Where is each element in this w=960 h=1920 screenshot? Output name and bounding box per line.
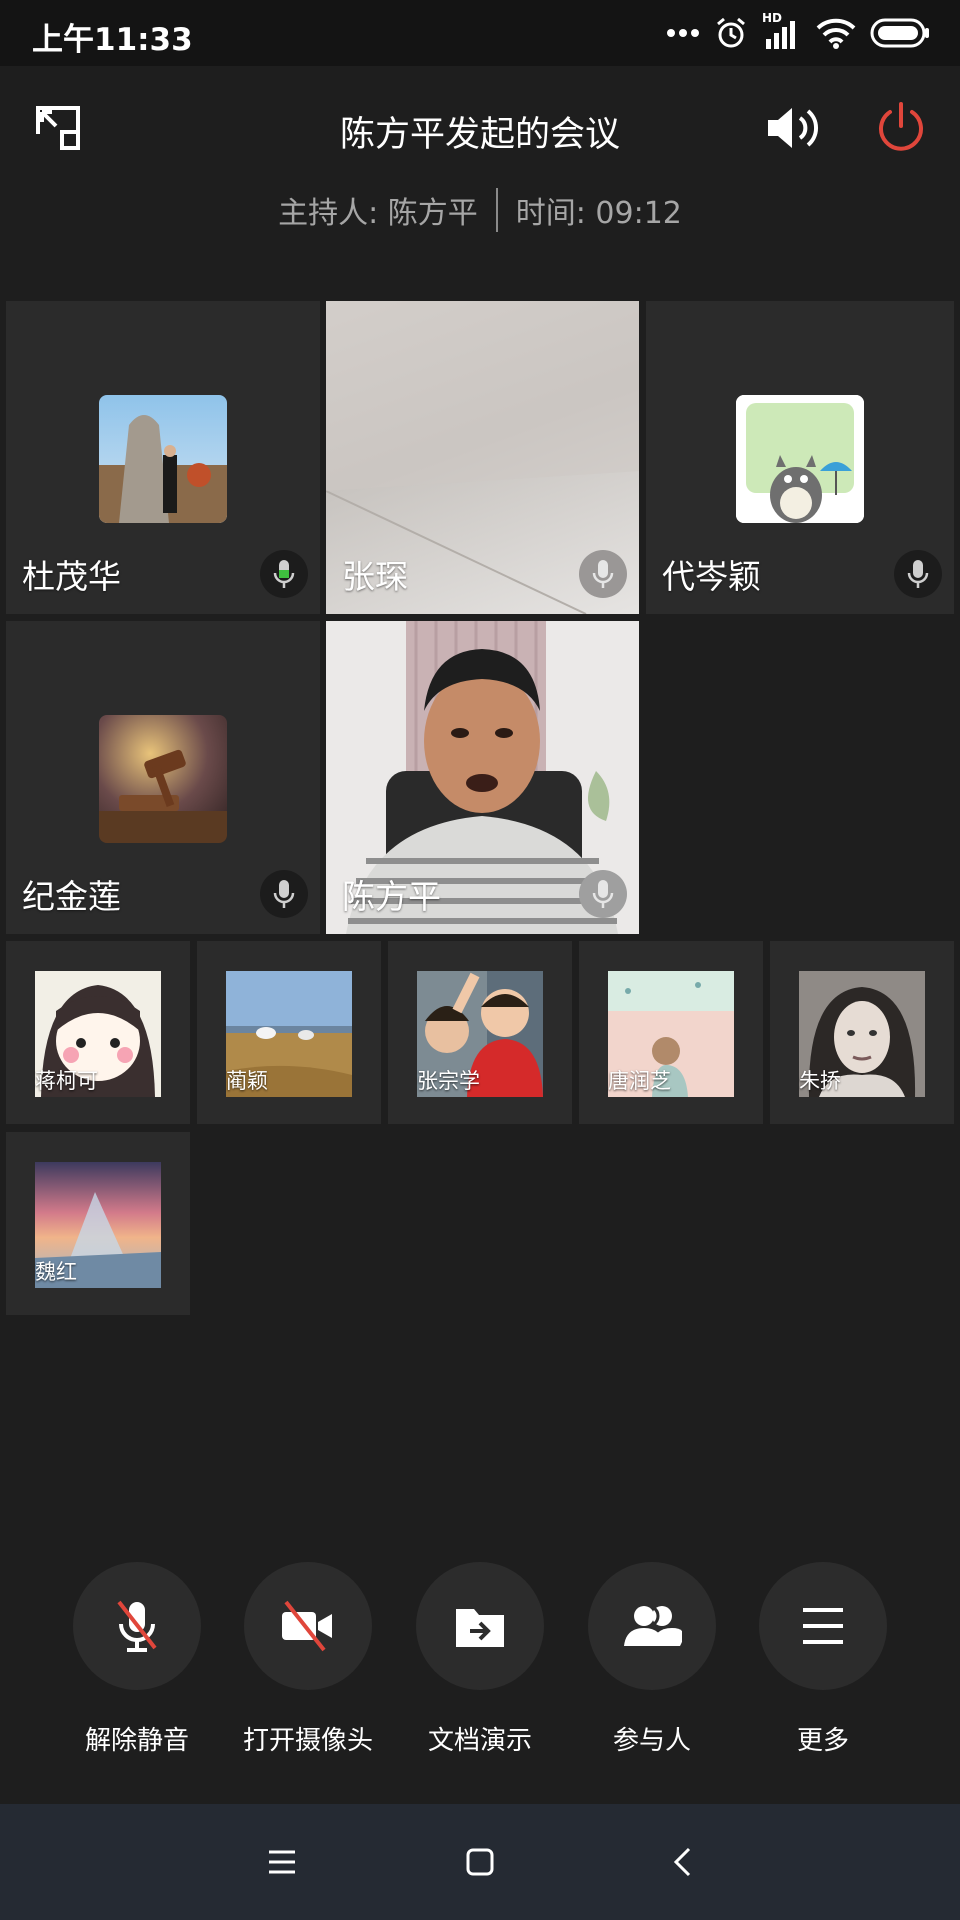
video-tile-chenfangping[interactable]: 陈方平 <box>326 621 639 934</box>
avatar <box>99 395 227 523</box>
wifi-icon <box>816 18 856 49</box>
unmute-label: 解除静音 <box>84 1726 189 1756</box>
participant-thumb[interactable]: 唐润芝 <box>579 941 763 1124</box>
participant-name: 杜茂华 <box>22 557 121 596</box>
speaker-button[interactable] <box>764 102 822 154</box>
participants-control[interactable]: 参与人 <box>588 1562 716 1756</box>
host-label: 主持人: 陈方平 <box>278 196 478 231</box>
participants-label: 参与人 <box>612 1726 691 1756</box>
participant-name: 张琛 <box>342 557 408 596</box>
mic-active-icon <box>273 560 295 588</box>
menu-icon <box>269 1850 295 1874</box>
participant-name: 朱挢 <box>799 1069 841 1093</box>
mic-status <box>894 550 942 598</box>
mic-status <box>260 870 308 918</box>
mic-icon <box>592 880 614 908</box>
avatar <box>736 395 864 523</box>
participants-icon <box>624 1606 682 1646</box>
home-icon <box>466 1848 494 1876</box>
leave-meeting-button[interactable] <box>876 100 926 154</box>
meta-divider <box>495 188 498 232</box>
mic-status <box>260 550 308 598</box>
more-control[interactable]: 更多 <box>759 1562 887 1756</box>
participant-thumb[interactable]: 魏红 <box>6 1132 190 1315</box>
mic-icon <box>273 880 295 908</box>
back-button[interactable] <box>654 1834 710 1890</box>
battery-icon <box>870 18 929 48</box>
participant-name: 代岑颖 <box>662 557 761 596</box>
share-document-icon <box>456 1609 504 1647</box>
unmute-control[interactable]: 解除静音 <box>73 1562 201 1756</box>
participant-name: 张宗学 <box>417 1069 480 1093</box>
meeting-header: 陈方平发起的会议 主持人: 陈方平 时间: 09:12 <box>0 66 960 286</box>
participants-button[interactable] <box>588 1562 716 1690</box>
power-icon <box>879 102 923 151</box>
share-document-label: 文档演示 <box>427 1726 532 1756</box>
status-bar: 上午11:33 HD <box>0 0 960 66</box>
more-button[interactable] <box>759 1562 887 1690</box>
share-document-control[interactable]: 文档演示 <box>416 1562 544 1756</box>
participant-thumb[interactable]: 朱挢 <box>770 941 954 1124</box>
home-button[interactable] <box>452 1834 508 1890</box>
signal-icon: HD <box>762 11 802 51</box>
mic-muted-icon <box>117 1600 157 1652</box>
video-tile-daicenying[interactable]: 代岑颖 <box>646 301 954 614</box>
mic-status <box>579 550 627 598</box>
participant-thumb[interactable]: 蔺颖 <box>197 941 381 1124</box>
participant-name: 魏红 <box>35 1260 77 1284</box>
elapsed-time-label: 时间: 09:12 <box>515 196 682 231</box>
meeting-meta: 主持人: 陈方平 时间: 09:12 <box>0 188 960 232</box>
video-tile-zhangchen[interactable]: 张琛 <box>326 301 639 614</box>
unmute-button[interactable] <box>73 1562 201 1690</box>
participant-name: 蒋柯可 <box>35 1069 98 1093</box>
video-tile-dumaohua[interactable]: 杜茂华 <box>6 301 320 614</box>
system-nav-bar <box>0 1804 960 1920</box>
camera-control[interactable]: 打开摄像头 <box>243 1562 373 1756</box>
mic-status <box>579 870 627 918</box>
participant-name: 纪金莲 <box>22 877 121 916</box>
status-icons: HD <box>666 10 930 56</box>
participant-name: 唐润芝 <box>608 1069 671 1093</box>
more-dots-icon <box>667 29 699 37</box>
participant-thumb[interactable]: 蒋柯可 <box>6 941 190 1124</box>
menu-icon <box>803 1608 843 1644</box>
alarm-icon <box>717 17 745 48</box>
back-icon <box>673 1847 691 1877</box>
participant-thumb[interactable]: 张宗学 <box>388 941 572 1124</box>
avatar <box>99 715 227 843</box>
more-label: 更多 <box>796 1726 849 1756</box>
open-camera-label: 打开摄像头 <box>242 1726 373 1756</box>
camera-off-icon <box>282 1600 332 1652</box>
video-tile-jijinlian[interactable]: 纪金莲 <box>6 621 320 934</box>
mic-icon <box>907 560 929 588</box>
mic-icon <box>592 560 614 588</box>
participant-name: 蔺颖 <box>226 1069 268 1093</box>
speaker-icon <box>768 108 819 148</box>
status-time: 上午11:33 <box>32 22 193 58</box>
recent-apps-button[interactable] <box>254 1834 310 1890</box>
participant-name: 陈方平 <box>342 877 441 916</box>
open-camera-button[interactable] <box>244 1562 372 1690</box>
share-document-button[interactable] <box>416 1562 544 1690</box>
